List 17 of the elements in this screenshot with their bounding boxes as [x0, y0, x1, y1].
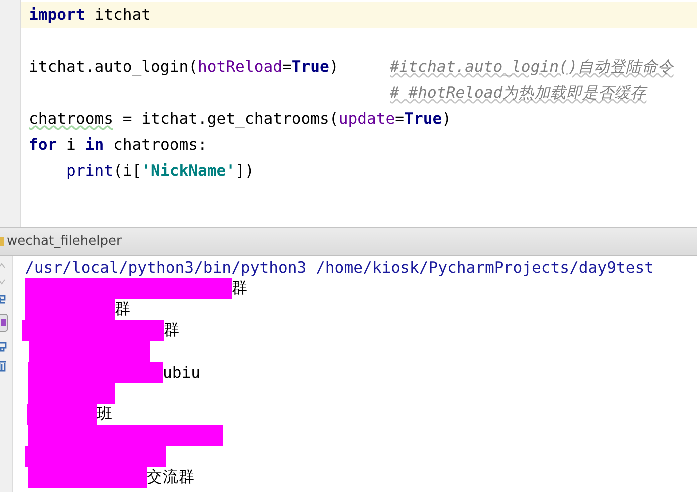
run-tab-title[interactable]: wechat_filehelper: [7, 234, 122, 249]
console-output: ubiu: [163, 364, 201, 382]
console-output: 班: [97, 404, 113, 425]
trash-icon[interactable]: [0, 360, 7, 372]
run-command: /usr/local/python3/bin/python3 /home/kiosk/PycharmProjects/day9test: [25, 258, 654, 276]
code-line: print(i['NickName']): [66, 162, 254, 180]
code-line: chatrooms = itchat.get_chatrooms(update=True): [29, 110, 452, 128]
code-comment: #itchat.auto_login()自动登陆命令: [390, 56, 674, 78]
code-line: itchat.auto_login(hotReload=True): [29, 58, 339, 76]
code-line: for i in chatrooms:: [29, 136, 208, 154]
console-output: 交流群: [147, 467, 195, 488]
console-output: 群: [232, 278, 248, 299]
code-line: import itchat: [29, 6, 152, 24]
console-output: 群: [115, 299, 131, 320]
console-output: 群: [164, 320, 180, 341]
code-comment: # #hotReload为热加载即是否缓存: [390, 82, 647, 104]
scroll-end-icon[interactable]: [0, 314, 8, 332]
